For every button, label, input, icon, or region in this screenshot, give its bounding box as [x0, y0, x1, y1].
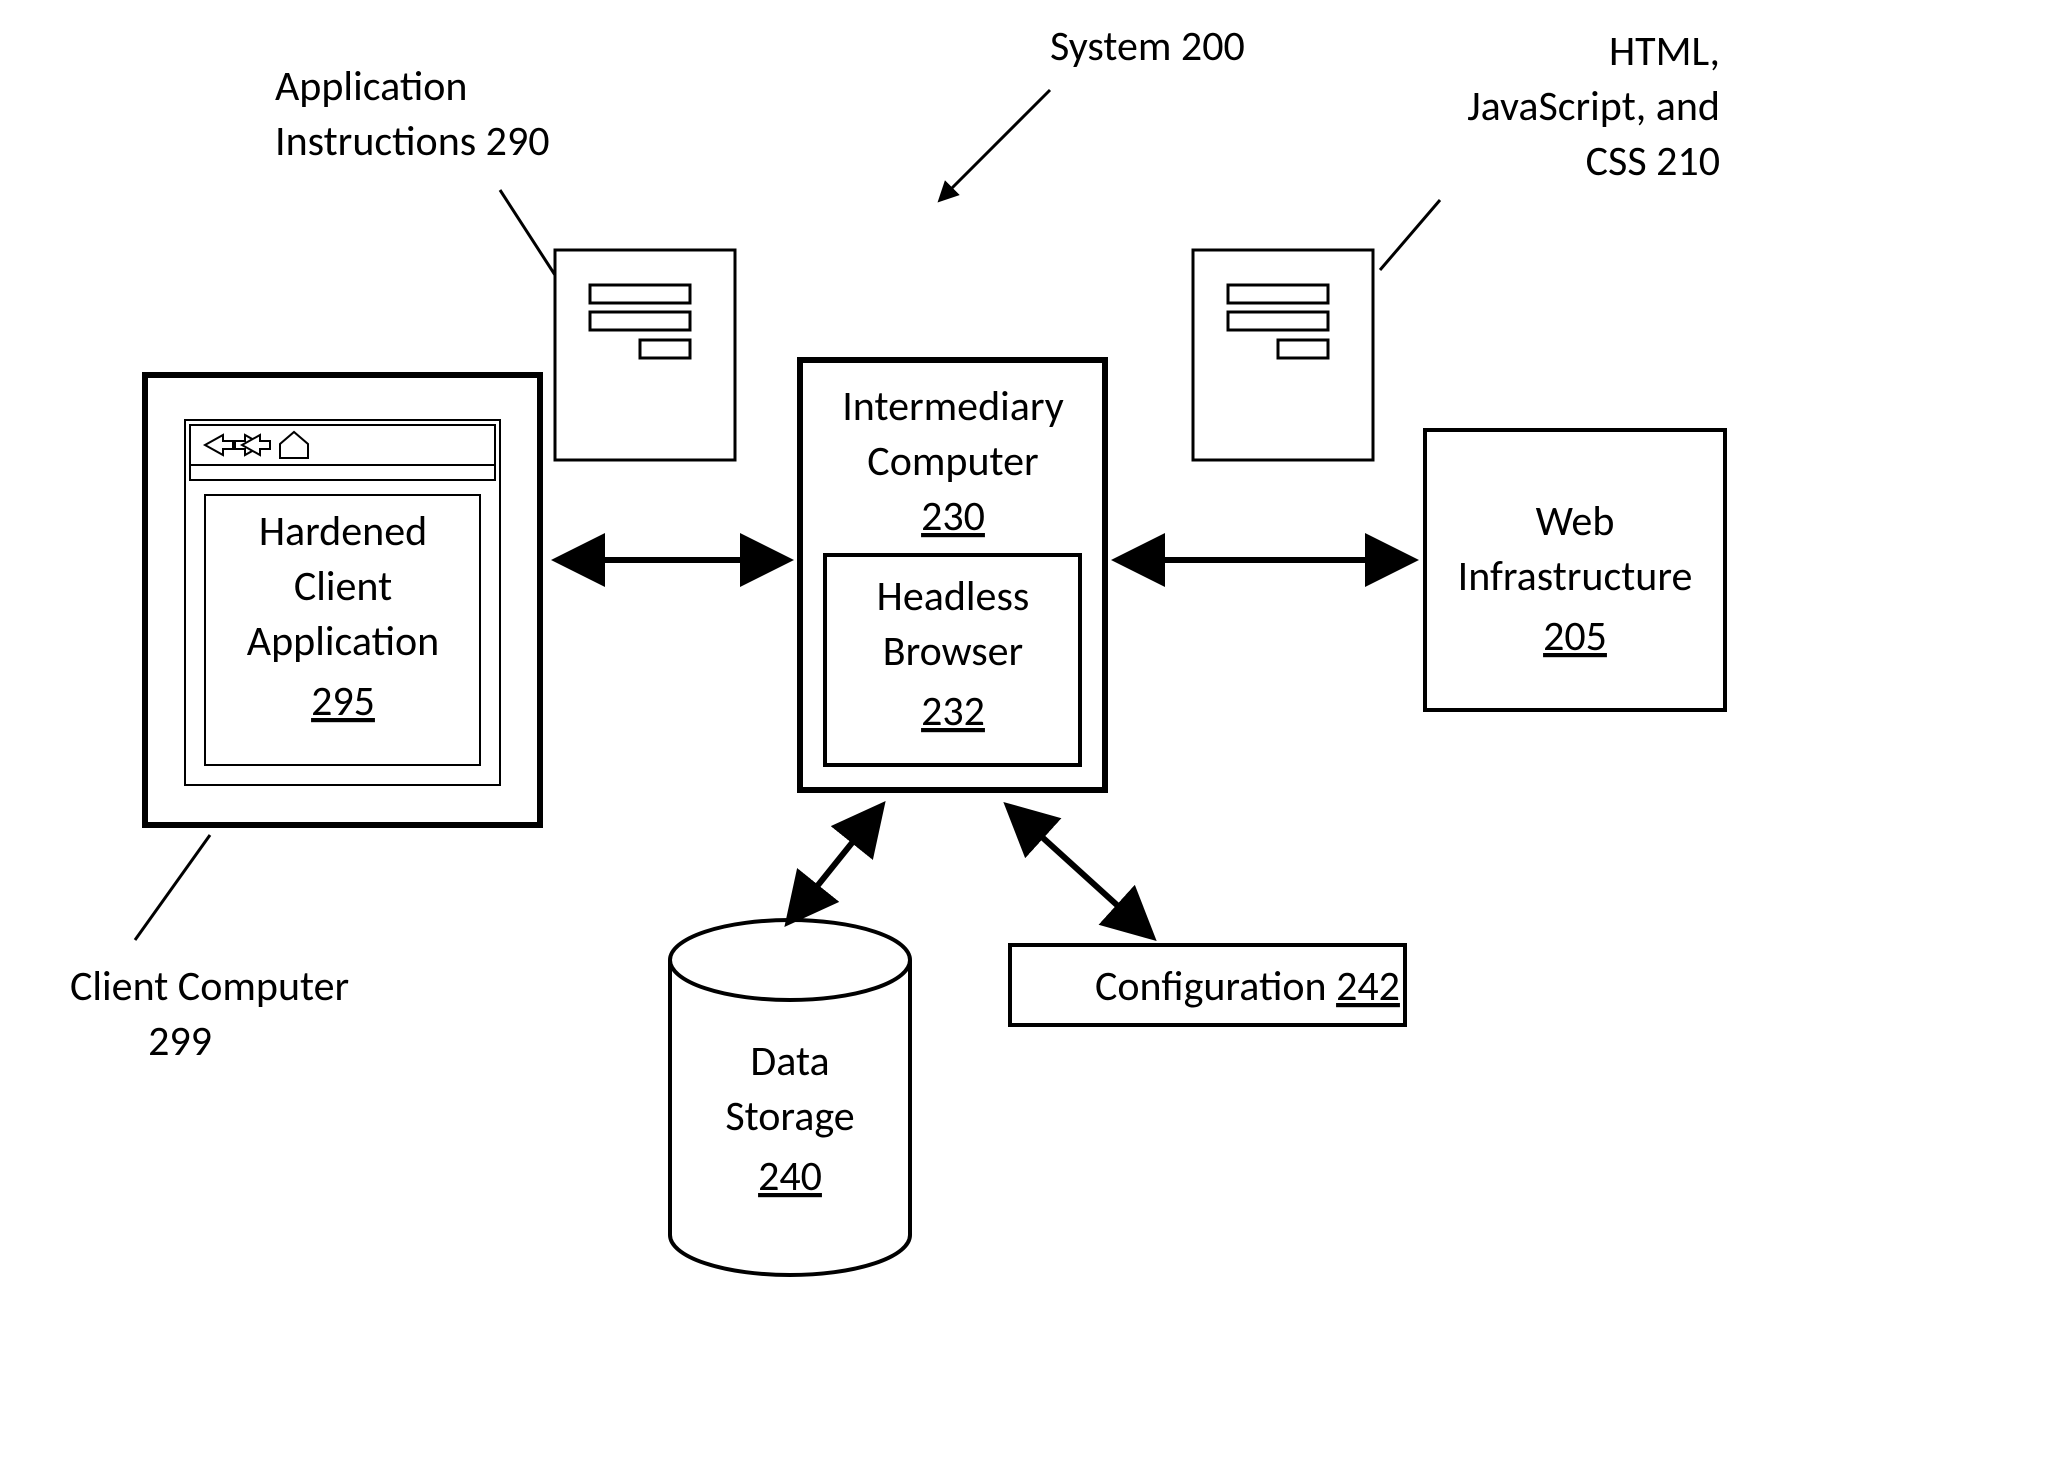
data-storage-cylinder: Data Storage 240 — [670, 920, 910, 1275]
svg-text:205: 205 — [1543, 611, 1607, 662]
app-instructions-doc-icon — [555, 250, 735, 460]
system-label: System 200 — [940, 21, 1245, 200]
svg-text:Hardened: Hardened — [259, 506, 427, 557]
svg-text:System 200: System 200 — [1050, 21, 1245, 72]
svg-text:Data: Data — [750, 1036, 829, 1087]
connector-intermediary-config — [1010, 808, 1150, 935]
client-computer-label: Client Computer 299 — [70, 835, 349, 1067]
svg-text:Browser: Browser — [883, 626, 1023, 677]
svg-text:Instructions 290: Instructions 290 — [275, 116, 550, 167]
web-infrastructure-box: Web Infrastructure 205 — [1425, 430, 1725, 710]
svg-text:Client Computer: Client Computer — [70, 961, 349, 1012]
svg-text:Computer: Computer — [867, 436, 1038, 487]
app-instructions-label: Application Instructions 290 — [275, 61, 555, 275]
svg-text:Application: Application — [275, 61, 467, 112]
html-js-css-label: HTML, JavaScript, and CSS 210 — [1380, 26, 1720, 270]
svg-text:Client: Client — [294, 561, 392, 612]
client-computer-box: Hardened Client Application 295 — [145, 375, 540, 825]
html-doc-icon — [1193, 250, 1373, 460]
intermediary-computer-box: Intermediary Computer 230 Headless Brows… — [800, 360, 1105, 790]
configuration-box: Configuration 242 — [1010, 945, 1405, 1025]
svg-text:Intermediary: Intermediary — [842, 381, 1064, 432]
svg-text:CSS 210: CSS 210 — [1586, 136, 1720, 187]
svg-text:240: 240 — [758, 1151, 822, 1202]
svg-text:Storage: Storage — [725, 1091, 854, 1142]
svg-text:295: 295 — [311, 676, 375, 727]
svg-text:230: 230 — [921, 491, 985, 542]
svg-text:JavaScript, and: JavaScript, and — [1467, 81, 1720, 132]
svg-text:232: 232 — [921, 686, 985, 737]
svg-text:299: 299 — [148, 1016, 212, 1067]
svg-text:Headless: Headless — [877, 571, 1030, 622]
svg-text:HTML,: HTML, — [1609, 26, 1720, 77]
connector-intermediary-storage — [790, 808, 880, 920]
svg-text:Application: Application — [247, 616, 439, 667]
svg-text:Infrastructure: Infrastructure — [1458, 551, 1693, 602]
svg-text:Web: Web — [1536, 496, 1615, 547]
configuration-text: Configuration 242 — [1095, 961, 1400, 1012]
headless-browser-box: Headless Browser 232 — [825, 555, 1080, 765]
